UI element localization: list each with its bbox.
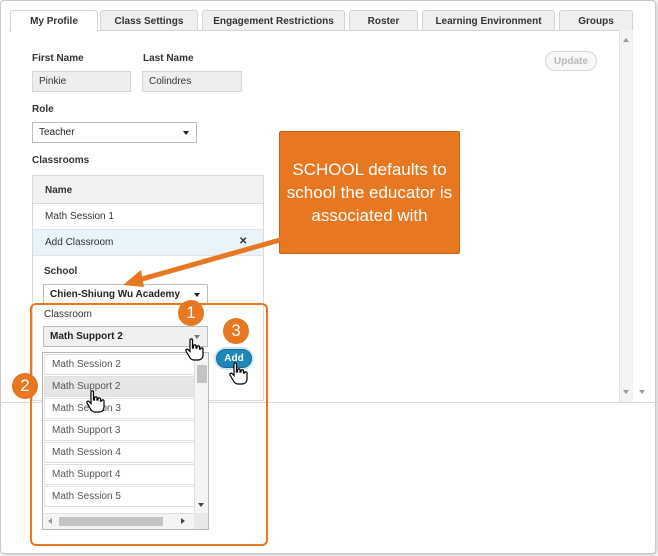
school-value: Chien-Shiung Wu Academy [50,289,181,300]
school-label: School [44,266,78,277]
role-value: Teacher [39,127,75,138]
tab-bar: My Profile Class Settings Engagement Res… [0,0,658,32]
tab-learning-environment[interactable]: Learning Environment [422,10,555,31]
step-badge-2: 2 [12,373,38,399]
tab-class-settings[interactable]: Class Settings [100,10,198,31]
step-badge-3: 3 [223,318,249,344]
first-name-field[interactable]: Pinkie [32,71,131,92]
scroll-down-icon[interactable] [623,390,629,394]
outer-scroll-down-icon[interactable] [639,390,645,394]
callout-text: SCHOOL defaults to school the educator i… [286,160,453,225]
tab-roster[interactable]: Roster [349,10,418,31]
callout-note: SCHOOL defaults to school the educator i… [279,131,460,254]
tab-groups[interactable]: Groups [559,10,633,31]
hand-pointer-icon [185,338,204,361]
last-name-field[interactable]: Colindres [142,71,242,92]
tab-engagement-restrictions[interactable]: Engagement Restrictions [202,10,345,31]
step-badge-1: 1 [178,300,204,326]
role-select[interactable]: Teacher [32,122,197,143]
name-column-header: Name [45,185,73,196]
update-button[interactable]: Update [545,51,597,71]
scroll-up-icon[interactable] [623,38,629,42]
hand-pointer-icon [229,362,248,385]
page-scrollbar[interactable] [619,30,633,402]
classrooms-label: Classrooms [32,155,90,166]
last-name-label: Last Name [143,53,194,64]
hand-pointer-icon [86,390,105,413]
add-classroom-row[interactable]: Add Classroom [33,230,263,256]
tab-my-profile[interactable]: My Profile [10,10,98,32]
first-name-label: First Name [32,53,84,64]
table-header: Name [33,176,263,204]
table-row[interactable]: Math Session 1 [33,204,263,230]
chevron-down-icon [194,293,200,297]
close-icon[interactable]: ✕ [239,236,247,247]
role-label: Role [32,104,54,115]
chevron-down-icon [183,131,189,135]
